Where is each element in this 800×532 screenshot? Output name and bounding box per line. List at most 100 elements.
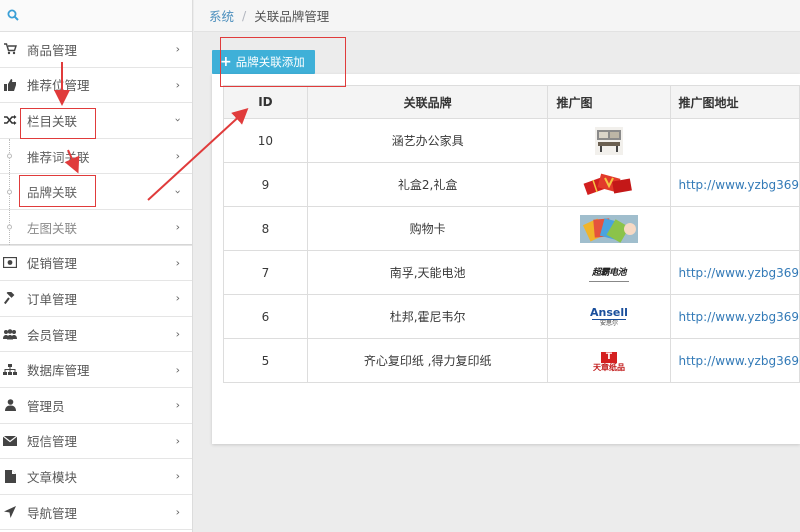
sidebar-item-label: 推荐词关联 [27,149,90,165]
tree-node-dot [7,224,12,230]
gift-box-thumbnail[interactable] [582,171,635,198]
cell-brand: 杜邦,霍尼韦尔 [306,294,549,339]
sidebar-item-label: 短信管理 [27,434,78,450]
plus-icon: + [220,54,232,70]
cell-brand: 齐心复印纸 ,得力复印纸 [306,338,549,383]
chevron-right-icon: › [175,434,180,448]
table-row: 9 礼盒2,礼盒 http://www.yzbg369 [223,162,800,207]
chevron-right-icon: › [175,78,180,92]
sidebar-item-label: 订单管理 [27,291,78,307]
sidebar-item-admin[interactable]: 管理员 › [0,387,192,424]
cell-image: Ansell 安思尔 [547,294,671,339]
sidebar-item-members[interactable]: 会员管理 › [0,316,192,353]
cell-image: 超霸电池 [547,250,671,295]
column-header-image-url[interactable]: 推广图地址 [669,85,800,119]
cell-id: 10 [223,118,308,163]
sidebar-item-label: 数据库管理 [27,363,90,379]
brand-link-table: ID 关联品牌 推广图 推广图地址 10 涵艺办公家具 9 礼盒2,礼盒 htt… [223,85,800,383]
column-header-id[interactable]: ID [223,85,308,119]
chevron-down-icon: › [171,189,185,194]
chevron-right-icon: › [175,291,180,305]
logo-underline [588,280,629,282]
column-header-image[interactable]: 推广图 [547,85,671,119]
sidebar-item-keyword-link[interactable]: 推荐词关联 › [0,138,192,175]
chevron-down-icon: › [171,118,185,123]
cart-icon [3,42,17,56]
sidebar-item-label: 左图关联 [27,220,78,236]
cell-id: 5 [223,338,308,383]
breadcrumb-separator: / [242,8,247,23]
battery-logo-text: 超霸电池 [591,267,627,278]
breadcrumb-root-link[interactable]: 系统 [209,6,234,25]
user-icon [3,398,17,412]
sidebar-item-label: 文章模块 [27,469,78,485]
column-header-brand[interactable]: 关联品牌 [306,85,549,119]
sidebar-item-orders[interactable]: 订单管理 › [0,281,192,317]
paper-logo-text: 天章纸品 [592,363,625,372]
chevron-right-icon: › [175,398,180,412]
chevron-right-icon: › [175,149,180,163]
chevron-right-icon: › [175,505,180,519]
sidebar-item-articles[interactable]: 文章模块 › [0,459,192,495]
cell-url[interactable]: http://www.yzbg369 [669,162,800,207]
cell-image [547,162,671,207]
add-button-label: 品牌关联添加 [235,55,305,69]
cell-url[interactable] [669,206,800,251]
cell-id: 8 [223,206,308,251]
ansell-brand-logo[interactable]: Ansell 安思尔 [589,307,629,327]
users-icon [3,327,17,341]
cell-brand: 南孚,天能电池 [306,250,549,295]
cell-url[interactable] [669,118,800,163]
add-brand-link-button[interactable]: + 品牌关联添加 [212,50,315,74]
gavel-icon [3,291,17,305]
chevron-right-icon: › [175,256,180,270]
content-panel: ID 关联品牌 推广图 推广图地址 10 涵艺办公家具 9 礼盒2,礼盒 htt… [212,74,800,444]
table-row: 10 涵艺办公家具 [223,118,800,163]
sidebar-item-sms[interactable]: 短信管理 › [0,423,192,460]
sidebar-item-brand-link[interactable]: 品牌关联 › [0,174,192,210]
cell-brand: 购物卡 [306,206,549,251]
table-header-row: ID 关联品牌 推广图 推广图地址 [223,85,800,119]
cell-url[interactable]: http://www.yzbg369 [669,250,800,295]
sidebar-item-left-image-link[interactable]: 左图关联 › [0,209,192,246]
breadcrumb: 系统 / 关联品牌管理 [194,0,800,32]
tree-node-dot [7,153,12,159]
cell-id: 7 [223,250,308,295]
sidebar-item-column-link[interactable]: 栏目关联 › [0,103,192,139]
sidebar-item-label: 促销管理 [27,256,78,272]
sitemap-icon [3,363,17,377]
search-icon[interactable] [7,9,19,21]
battery-brand-logo[interactable]: 超霸电池 [587,264,631,282]
table-row: 5 齐心复印纸 ,得力复印纸 T 天章纸品 http://www.yzbg369 [223,338,800,383]
ansell-logo-text: Ansell [590,305,628,319]
sidebar-item-label: 会员管理 [27,327,78,343]
sidebar-item-recommend[interactable]: 推荐位管理 › [0,67,192,104]
sidebar-search[interactable] [0,0,192,32]
chevron-right-icon: › [175,469,180,483]
cell-id: 9 [223,162,308,207]
cell-brand: 礼盒2,礼盒 [306,162,549,207]
furniture-thumbnail[interactable] [594,126,623,155]
file-icon [3,469,17,483]
cell-image [547,206,671,251]
sidebar-item-label: 推荐位管理 [27,78,90,94]
chevron-right-icon: › [175,327,180,341]
chevron-right-icon: › [175,363,180,377]
cell-image [547,118,671,163]
paper-brand-logo[interactable]: T 天章纸品 [589,349,629,372]
shopping-card-thumbnail[interactable] [579,214,638,243]
sidebar-item-navigation[interactable]: 导航管理 › [0,494,192,531]
sidebar-item-products[interactable]: 商品管理 › [0,32,192,68]
sidebar: 商品管理 › 推荐位管理 › 栏目关联 › 推荐词关联 › 品牌关联 › 左图关… [0,0,193,532]
table-row: 8 购物卡 [223,206,800,251]
table-row: 7 南孚,天能电池 超霸电池 http://www.yzbg369 [223,250,800,295]
cell-url[interactable]: http://www.yzbg369 [669,294,800,339]
paper-logo-mark-text: T [605,352,613,362]
sidebar-item-label: 栏目关联 [27,113,78,129]
cell-brand: 涵艺办公家具 [306,118,549,163]
sidebar-item-database[interactable]: 数据库管理 › [0,352,192,388]
sidebar-item-promotions[interactable]: 促销管理 › [0,245,192,282]
cell-url[interactable]: http://www.yzbg369 [669,338,800,383]
shuffle-icon [3,113,17,127]
table-row: 6 杜邦,霍尼韦尔 Ansell 安思尔 http://www.yzbg369 [223,294,800,339]
